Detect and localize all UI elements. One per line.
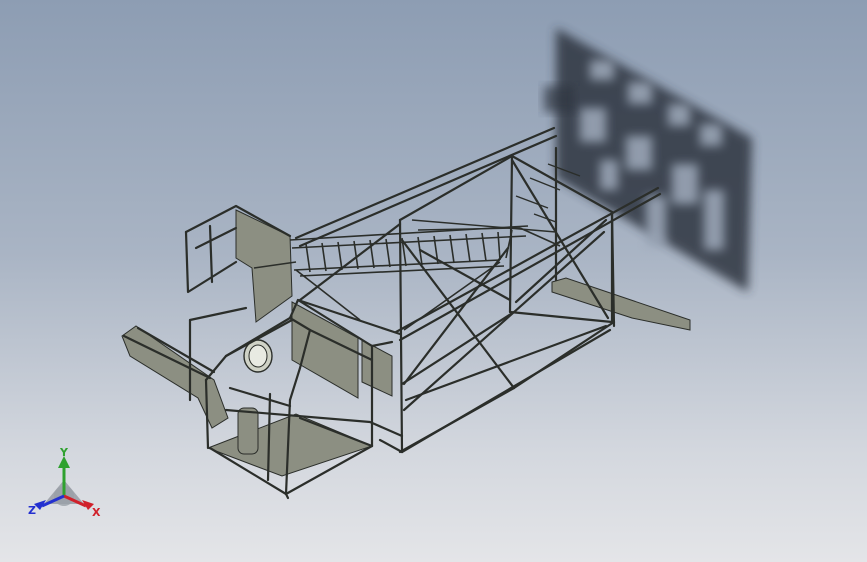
graphics-viewport[interactable]: Y X Z bbox=[0, 0, 867, 562]
x-axis-label: X bbox=[92, 506, 101, 519]
frame-tubes bbox=[122, 126, 662, 500]
chassis-model[interactable] bbox=[0, 0, 867, 562]
y-axis-label: Y bbox=[59, 446, 69, 459]
z-axis-label: Z bbox=[28, 504, 36, 517]
orientation-triad: Y X Z bbox=[28, 446, 101, 519]
